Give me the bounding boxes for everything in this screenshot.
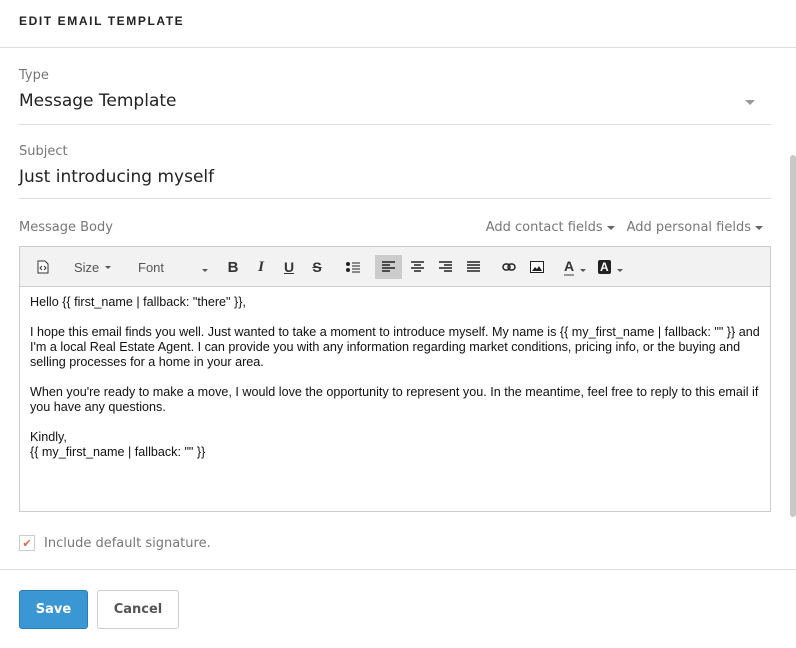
underline-button[interactable]: U [278,255,300,279]
body-closing: Kindly, [30,430,67,444]
align-center-icon[interactable] [406,255,428,279]
body-paragraph: Hello {{ first_name | fallback: "there" … [30,295,246,309]
type-select[interactable]: Type Message Template [19,68,771,125]
font-label: Font [138,259,165,275]
chevron-down-icon [745,100,755,105]
background-color-icon: A [598,260,611,274]
justify-icon[interactable] [462,255,484,279]
include-signature-checkbox[interactable]: ✔ [19,535,35,551]
align-left-icon[interactable] [375,255,402,279]
strikethrough-button[interactable]: S [306,255,328,279]
font-size-dropdown[interactable]: Size [74,255,111,279]
image-icon[interactable] [526,255,548,279]
subject-input[interactable]: Just introducing myself [19,167,771,187]
source-code-icon[interactable] [32,255,54,279]
include-signature-label: Include default signature. [44,535,211,551]
rich-text-editor: Size Font B I U S A A Hello {{ first_nam… [19,246,771,512]
text-color-dropdown[interactable]: A [564,255,586,279]
add-contact-fields-dropdown[interactable]: Add contact fields [486,220,615,235]
dialog-title: EDIT EMAIL TEMPLATE [0,0,796,48]
message-body-label: Message Body [19,220,113,235]
scrollbar[interactable] [790,155,796,517]
chevron-down-icon [574,259,586,275]
text-color-icon: A [564,258,575,276]
subject-label: Subject [19,144,68,159]
link-icon[interactable] [498,255,520,279]
chevron-down-icon [196,260,208,275]
body-paragraph: When you're ready to make a move, I woul… [30,385,759,414]
message-body-input[interactable]: Hello {{ first_name | fallback: "there" … [20,287,770,468]
font-family-dropdown[interactable]: Font [138,255,208,279]
type-value: Message Template [19,91,177,111]
body-paragraph: I hope this email finds you well. Just w… [30,325,760,369]
chevron-down-icon [611,260,623,275]
editor-toolbar: Size Font B I U S A A [20,247,770,287]
add-personal-fields-dropdown[interactable]: Add personal fields [627,220,763,235]
bullet-list-icon[interactable] [342,255,364,279]
cancel-button[interactable]: Cancel [97,590,179,629]
background-color-dropdown[interactable]: A [598,255,623,279]
body-signature: {{ my_first_name | fallback: "" }} [30,445,206,459]
subject-field[interactable]: Subject Just introducing myself [19,144,771,199]
save-button[interactable]: Save [19,590,88,629]
bold-button[interactable]: B [222,255,244,279]
align-right-icon[interactable] [434,255,456,279]
type-label: Type [19,68,49,83]
divider [0,569,796,570]
italic-button[interactable]: I [250,255,272,279]
